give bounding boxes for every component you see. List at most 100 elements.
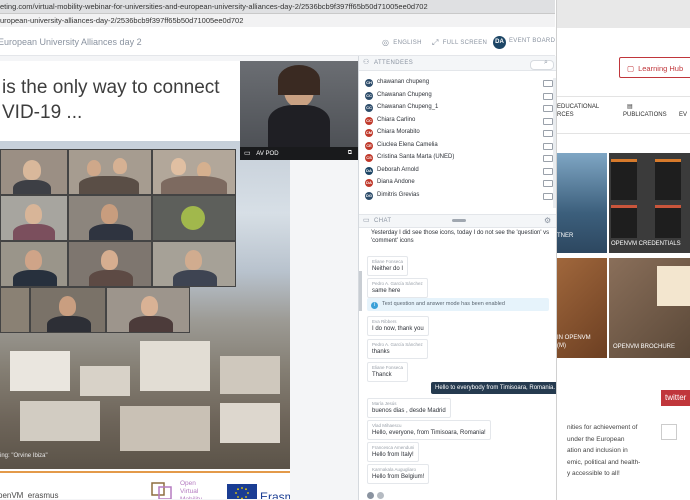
globe-icon: ◎	[382, 38, 390, 47]
attendee-row[interactable]: CC Chawanan Chupeng_1	[359, 102, 557, 115]
video-tile[interactable]	[68, 149, 152, 195]
event-top-bar: European University Alliances day 2 ◎ ENG…	[0, 29, 555, 56]
url-bar[interactable]: eting.com/virtual-mobility-webinar-for-u…	[0, 0, 555, 14]
attach-icon[interactable]	[377, 492, 384, 499]
chat-message-text: buenos dias , desde Madrid	[372, 408, 446, 414]
video-tile[interactable]	[30, 287, 106, 333]
video-tile[interactable]	[106, 287, 190, 333]
slide-footer: penVM_erasmus Open Virtual Mobility Eras…	[0, 471, 290, 499]
pop-out-icon[interactable]: ⧉	[348, 147, 352, 160]
system-notice-text: Text question and answer mode has been e…	[382, 301, 505, 307]
video-tile[interactable]	[0, 241, 68, 287]
attendee-avatar: CC	[365, 104, 373, 112]
expand-icon: ⤢	[432, 38, 439, 47]
gear-icon[interactable]: ⚙	[544, 216, 551, 225]
video-tile[interactable]	[0, 149, 68, 195]
attendee-name: Chawanan Chupeng_1	[377, 104, 439, 110]
chat-message: María Jesús buenos dias , desde Madrid	[367, 398, 451, 418]
device-icon	[543, 105, 553, 112]
video-tile[interactable]	[0, 287, 30, 333]
attendee-row[interactable]: DA Diana Andone	[359, 177, 557, 190]
device-icon	[543, 80, 553, 87]
video-tile[interactable]	[152, 195, 236, 241]
attendee-search-input[interactable]: ⌕	[530, 59, 554, 70]
attendee-row[interactable]: DA Deborah Arnold	[359, 165, 557, 178]
photo-caption: ing: "Orvine Ibiza"	[0, 453, 48, 459]
video-tile[interactable]	[68, 195, 152, 241]
video-tile[interactable]	[152, 241, 236, 287]
emoji-icon[interactable]	[367, 492, 374, 499]
chat-message: Eva Ribbers I do now, thank you	[367, 316, 429, 336]
attendee-row[interactable]: CM Chiara Morabito	[359, 127, 557, 140]
attendee-avatar: CM	[365, 129, 373, 137]
device-icon	[543, 155, 553, 162]
device-icon	[543, 92, 553, 100]
chat-message-text: I do now, thank you	[372, 326, 424, 332]
in-openvm-card[interactable]: IN OPENVM (M)	[557, 258, 607, 358]
chat-message-text: 'comment' icons	[371, 238, 414, 244]
credentials-card[interactable]: OPENVM CREDENTIALS	[609, 153, 690, 253]
chat-message: Eliane Fonseca Neither do I	[367, 256, 409, 276]
erasmus-logo-text: Erasmus+	[260, 490, 290, 499]
search-icon: ⌕	[544, 59, 548, 66]
device-icon	[543, 130, 553, 137]
twitter-label: twitter	[661, 390, 690, 406]
credentials-card-label: OPENVM CREDENTIALS	[611, 241, 681, 247]
attendee-row[interactable]: CC Chiara Carlino	[359, 115, 557, 128]
video-tile[interactable]	[152, 149, 236, 195]
url-text-secondary: uropean-university-alliances-day-2/2536b…	[0, 16, 244, 25]
chat-message-text: Hello from Belgium!	[372, 474, 425, 480]
video-tile[interactable]	[0, 195, 68, 241]
url-bar-secondary[interactable]: uropean-university-alliances-day-2/2536b…	[0, 14, 555, 27]
chat-message-text: Neither do I	[372, 266, 404, 272]
background-browser-window: ▢ Learning Hub EDUCATIONAL RCES ▤ PUBLICAT…	[556, 0, 690, 500]
attendee-name: Dimitris Grevias	[377, 191, 420, 198]
full-screen-button[interactable]: ⤢ FULL SCREEN	[432, 38, 487, 48]
attendee-avatar: CC	[365, 116, 373, 125]
chat-message-text: same here	[372, 288, 401, 294]
slide-title: is the only way to connect VID-19 ...	[2, 75, 220, 125]
attendee-row[interactable]: DG Dimitris Grevias	[359, 190, 557, 203]
nav-publications[interactable]: ▤ PUBLICATIONS	[623, 103, 667, 119]
background-nav: EDUCATIONAL RCES ▤ PUBLICATIONS EV	[557, 96, 690, 134]
event-board-button[interactable]: EVENT BOARD	[509, 38, 555, 44]
chat-header: ▭ CHAT ⚙	[359, 214, 557, 228]
twitter-embed-icon	[661, 424, 677, 440]
eu-flag-icon	[227, 484, 257, 499]
user-avatar[interactable]: DA	[493, 36, 506, 49]
learning-hub-button[interactable]: ▢ Learning Hub	[619, 57, 690, 78]
nav-educational-resources[interactable]: EDUCATIONAL RCES	[557, 103, 599, 119]
chat-message: Yesterday I did see those icons, today I…	[367, 228, 554, 246]
chat-message-text: thanks	[372, 349, 390, 355]
background-body-text: nities for achievement of under the Euro…	[567, 424, 641, 477]
resize-handle[interactable]	[452, 219, 466, 222]
attendee-name: Chiara Morabito	[377, 129, 420, 135]
attendee-row[interactable]: CC Chawanan Chupeng	[359, 90, 557, 103]
slide-title-line2: VID-19 ...	[2, 102, 83, 123]
video-tile[interactable]	[68, 241, 152, 287]
slide-title-line1: is the only way to connect	[2, 77, 220, 98]
twitter-handle: penVM_erasmus	[0, 491, 59, 499]
attendee-name: Diana Andone	[377, 179, 415, 185]
chat-input-bar[interactable]	[367, 492, 551, 500]
device-icon	[543, 167, 553, 175]
attendee-row[interactable]: CH chawanan chupeng	[359, 77, 557, 90]
device-icon	[543, 117, 553, 125]
partner-card[interactable]: TNER	[557, 153, 607, 253]
av-pod-video[interactable]: ▭ AV POD ⧉	[240, 61, 358, 160]
book-icon: ▤	[627, 104, 633, 110]
attendee-row[interactable]: CE Ciuclea Elena Camelia	[359, 140, 557, 153]
av-pod-label: AV POD	[256, 151, 279, 157]
chat-message-text: Hello from Italy!	[372, 452, 414, 458]
attendee-row[interactable]: CS Cristina Santa Marta (UNED)	[359, 152, 557, 165]
own-chat-message: Hello to everybody from Timisoara, Roman…	[431, 382, 560, 394]
presentation-area: is the only way to connect VID-19 ... in…	[0, 56, 358, 500]
nav-ev[interactable]: EV	[679, 111, 687, 119]
nav-publications-label: PUBLICATIONS	[623, 112, 667, 118]
url-text: eting.com/virtual-mobility-webinar-for-u…	[0, 2, 428, 11]
language-button[interactable]: ◎ ENGLISH	[382, 38, 422, 47]
chat-title: CHAT	[374, 218, 392, 224]
attendees-title: ATTENDEES	[374, 60, 414, 66]
attendee-avatar: DG	[365, 191, 373, 200]
brochure-card[interactable]: OPENVM BROCHURE	[609, 258, 690, 358]
